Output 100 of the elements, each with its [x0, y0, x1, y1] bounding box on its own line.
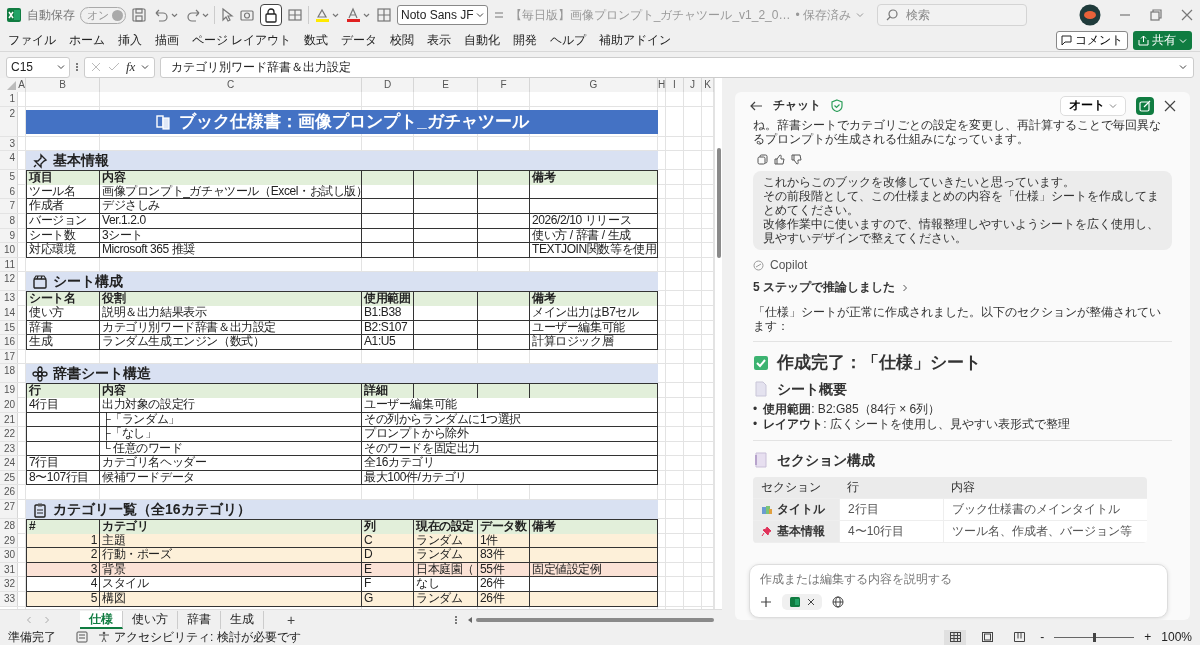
formula-field[interactable]: カテゴリ別ワード辞書＆出力設定 — [160, 56, 1194, 78]
table-cell: A1:U5 — [362, 335, 414, 350]
table-cell: デジさしみ — [100, 199, 362, 214]
zoom-in-button[interactable]: + — [1144, 630, 1152, 644]
header-cell: 内容 — [100, 170, 362, 186]
search-field[interactable]: 検索 — [876, 4, 1027, 26]
table-cell: TEXTJOIN関数等を使用 — [530, 243, 658, 258]
sheet-tab[interactable]: 辞書 — [178, 610, 221, 629]
column-header: D — [362, 78, 414, 92]
section-label: タイトル — [777, 501, 825, 518]
menu-tab[interactable]: データ — [341, 32, 378, 49]
section-title: 基本情報 — [53, 153, 109, 168]
row-number: 18 — [0, 364, 18, 383]
table-cell: F — [362, 577, 414, 593]
table-cell: 2行目 — [839, 499, 943, 521]
table-header-cell: 内容 — [943, 477, 1147, 499]
header-cell: 役割 — [100, 291, 362, 307]
row-number: 10 — [0, 243, 18, 257]
row-number: 13 — [0, 291, 18, 306]
table-header-cell: セクション — [753, 477, 839, 499]
name-box[interactable]: C15 — [6, 56, 70, 78]
bullet-item: 使用範囲: B2:G85（84行 × 6列） — [763, 402, 941, 417]
menu-tab[interactable]: 表示 — [427, 32, 452, 49]
share-button[interactable]: 共有 — [1133, 31, 1192, 50]
bullet-item: レイアウト: 広くシートを使用し、見やすい表形式で整理 — [763, 417, 1070, 432]
autosave-label: 自動保存 — [27, 6, 75, 24]
menu-tab[interactable]: ページ レイアウト — [192, 32, 292, 49]
row-number: 12 — [0, 272, 18, 291]
sheet-tab[interactable]: 生成 — [221, 610, 264, 629]
font-name-box[interactable]: Noto Sans JF — [397, 5, 488, 25]
section-title: シート構成 — [53, 275, 123, 289]
table-cell: 4〜10行目 — [839, 521, 943, 543]
table-cell: なし — [414, 577, 478, 593]
header-cell: 備考 — [530, 170, 658, 186]
row-number: 16 — [0, 335, 18, 349]
bullet-marker: • — [753, 402, 758, 417]
header-cell: データ数 — [478, 519, 530, 535]
insert-function-button[interactable]: fx — [126, 59, 136, 75]
table-cell: 生成 — [26, 335, 100, 350]
reasoning-toggle[interactable]: 5 ステップで推論しました — [753, 279, 909, 296]
header-cell: 項目 — [26, 170, 100, 186]
section-label: 基本情報 — [777, 523, 825, 540]
mode-dropdown[interactable]: オート — [1060, 95, 1126, 116]
zoom-out-button[interactable]: - — [1040, 630, 1045, 644]
menu-tab[interactable]: 補助アドイン — [599, 32, 672, 49]
menu-tab[interactable]: 挿入 — [118, 32, 142, 49]
table-cell: 26件 — [478, 592, 530, 607]
table-cell: プロンプトから除外 — [362, 427, 658, 442]
chat-heading: セクション構成 — [777, 451, 875, 469]
menu-tab[interactable]: 自動化 — [464, 32, 501, 49]
table-cell: 計算ロジック層 — [530, 335, 658, 350]
menu-tab[interactable]: 開発 — [513, 32, 538, 49]
menu-tab[interactable]: ホーム — [69, 32, 105, 49]
table-cell: カテゴリ名ヘッダー — [100, 456, 362, 471]
bullet-marker: • — [753, 417, 758, 432]
menu-tab[interactable]: 校閲 — [390, 32, 415, 49]
section-title: カテゴリ一覧（全16カテゴリ） — [53, 502, 251, 517]
row-number: 7 — [0, 199, 18, 213]
chat-input[interactable]: 作成または編集する内容を説明する — [760, 572, 1157, 586]
header-cell: 備考 — [530, 291, 658, 307]
sender-name: Copilot — [770, 258, 808, 272]
menu-tab[interactable]: ファイル — [8, 32, 56, 49]
column-header: K — [702, 78, 714, 92]
header-cell: カテゴリ — [100, 519, 362, 535]
add-sheet-button[interactable]: + — [278, 610, 305, 629]
header-cell: 現在の設定 — [414, 519, 478, 535]
column-header: G — [530, 78, 658, 92]
accessibility-status[interactable]: アクセシビリティ: 検討が必要です — [114, 629, 301, 645]
column-header: C — [100, 78, 362, 92]
zoom-level: 100% — [1161, 630, 1192, 644]
table-cell: G — [362, 592, 414, 607]
menu-tab[interactable]: 数式 — [304, 32, 329, 49]
menu-tab[interactable]: 描画 — [155, 32, 179, 49]
column-header: I — [666, 78, 684, 92]
table-cell: ランダム — [414, 548, 478, 563]
row-number: 30 — [0, 548, 18, 562]
header-cell: # — [26, 519, 100, 535]
header-cell: 行 — [26, 383, 100, 399]
header-cell: 備考 — [530, 519, 658, 535]
comment-button[interactable]: コメント — [1056, 31, 1128, 50]
header-cell: シート名 — [26, 291, 100, 307]
table-cell: 4 — [26, 577, 100, 593]
table-cell: 対応環境 — [26, 243, 100, 258]
sheet-title: ブック仕様書：画像プロンプト_ガチャツール — [179, 114, 529, 129]
table-cell: 構図 — [100, 592, 362, 607]
row-number: 4 — [0, 151, 18, 170]
menu-tab[interactable]: ヘルプ — [550, 32, 587, 49]
table-cell: 83件 — [478, 548, 530, 563]
chat-heading: 作成完了：「仕様」シート — [777, 352, 981, 374]
column-header: E — [414, 78, 478, 92]
sheet-tab[interactable]: 使い方 — [123, 610, 178, 629]
row-number: 27 — [0, 500, 18, 519]
chat-heading: シート概要 — [777, 380, 847, 398]
row-number: 2 — [0, 106, 18, 136]
sheet-tab[interactable]: 仕様 — [80, 610, 123, 629]
header-cell: 内容 — [100, 383, 362, 399]
row-number: 22 — [0, 427, 18, 441]
table-cell: Microsoft 365 推奨 — [100, 243, 362, 258]
table-cell: 作成者 — [26, 199, 100, 214]
table-cell: 26件 — [478, 577, 530, 593]
